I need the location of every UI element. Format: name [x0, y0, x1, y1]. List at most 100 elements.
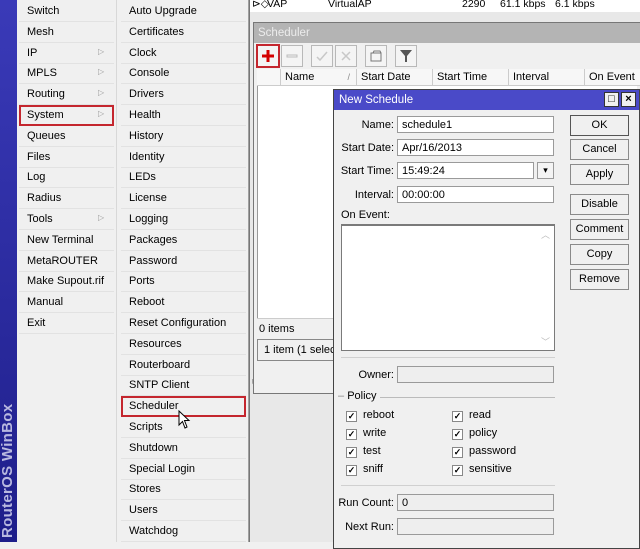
submenu-item-reset-configuration[interactable]: Reset Configuration: [121, 313, 246, 334]
column-header-interval[interactable]: Interval: [509, 69, 585, 86]
column-header-start-date[interactable]: Start Date: [357, 69, 433, 86]
submenu-item-history[interactable]: History: [121, 126, 246, 147]
name-field[interactable]: [397, 116, 554, 133]
run-count-field[interactable]: [397, 494, 554, 511]
submenu-item-password[interactable]: Password: [121, 251, 246, 272]
policy-checkbox-reboot[interactable]: ✓ reboot: [346, 408, 394, 422]
policy-checkbox-password[interactable]: ✓ password: [452, 444, 516, 458]
submenu-item-logging[interactable]: Logging: [121, 209, 246, 230]
remove-button[interactable]: [281, 45, 303, 67]
on-event-label: On Event:: [341, 209, 390, 221]
checkbox-label: read: [469, 409, 492, 421]
checkbox-check-icon[interactable]: ✓: [346, 411, 357, 422]
checkbox-check-icon[interactable]: ✓: [452, 411, 463, 422]
column-header-on-event[interactable]: On Event: [585, 69, 640, 86]
submenu-item-identity[interactable]: Identity: [121, 147, 246, 168]
column-header-start-time[interactable]: Start Time: [433, 69, 509, 86]
submenu-item-drivers[interactable]: Drivers: [121, 84, 246, 106]
enable-button[interactable]: [311, 45, 333, 67]
submenu-item-shutdown[interactable]: Shutdown: [121, 438, 246, 459]
policy-checkbox-test[interactable]: ✓ test: [346, 444, 381, 458]
add-button[interactable]: [256, 44, 280, 68]
disable-button[interactable]: [335, 45, 357, 67]
menu-item-queues[interactable]: Queues: [19, 126, 114, 147]
scroll-down-icon[interactable]: ﹀: [541, 335, 550, 348]
policy-checkbox-policy[interactable]: ✓ policy: [452, 426, 497, 440]
next-run-field[interactable]: [397, 518, 554, 535]
checkbox-label: password: [469, 445, 517, 457]
submenu-item-reboot[interactable]: Reboot: [121, 292, 246, 314]
checkbox-check-icon[interactable]: ✓: [452, 447, 463, 458]
checkbox-check-icon[interactable]: ✓: [346, 429, 357, 440]
submenu-item-license[interactable]: License: [121, 188, 246, 210]
menu-item-new-terminal[interactable]: New Terminal: [19, 230, 114, 251]
checkbox-check-icon[interactable]: ✓: [452, 429, 463, 440]
submenu-item-clock[interactable]: Clock: [121, 43, 246, 64]
submenu-item-watchdog[interactable]: Watchdog: [121, 521, 246, 542]
checkbox-check-icon[interactable]: ✓: [346, 465, 357, 476]
interface-rx: 6.1 kbps: [555, 0, 595, 10]
submenu-item-special-login[interactable]: Special Login: [121, 459, 246, 480]
owner-field[interactable]: [397, 366, 554, 383]
scroll-up-icon[interactable]: ︿: [541, 228, 550, 241]
submenu-item-stores[interactable]: Stores: [121, 479, 246, 501]
policy-checkbox-write[interactable]: ✓ write: [346, 426, 386, 440]
checkbox-check-icon[interactable]: ✓: [346, 447, 357, 458]
apply-button[interactable]: Apply: [570, 164, 629, 185]
start-time-field[interactable]: [397, 162, 534, 179]
dialog-titlebar[interactable]: New Schedule □ ×: [334, 90, 639, 110]
submenu-item-console[interactable]: Console: [121, 63, 246, 85]
menu-item-mesh[interactable]: Mesh: [19, 22, 114, 43]
checkbox-label: test: [363, 445, 381, 457]
submenu-item-ports[interactable]: Ports: [121, 271, 246, 293]
maximize-icon[interactable]: □: [604, 92, 619, 107]
submenu-item-certificates[interactable]: Certificates: [121, 22, 246, 43]
menu-item-tools[interactable]: Tools ▷: [19, 209, 114, 230]
menu-item-mpls[interactable]: MPLS ▷: [19, 63, 114, 85]
submenu-item-routerboard[interactable]: Routerboard: [121, 355, 246, 376]
plus-icon: [262, 50, 274, 62]
submenu-arrow-icon: ▷: [98, 213, 105, 222]
submenu-item-leds[interactable]: LEDs: [121, 167, 246, 189]
menu-item-system[interactable]: System ▷: [19, 105, 114, 126]
comment-button[interactable]: [365, 45, 387, 67]
submenu-item-auto-upgrade[interactable]: Auto Upgrade: [121, 1, 246, 22]
menu-item-radius[interactable]: Radius: [19, 188, 114, 210]
comment-icon: [370, 50, 382, 62]
policy-checkbox-sniff[interactable]: ✓ sniff: [346, 462, 383, 476]
menu-item-metarouter[interactable]: MetaROUTER: [19, 251, 114, 272]
start-date-field[interactable]: [397, 139, 554, 156]
column-header-flag[interactable]: [257, 69, 281, 86]
checkbox-check-icon[interactable]: ✓: [452, 465, 463, 476]
submenu-item-packages[interactable]: Packages: [121, 230, 246, 251]
copy-button[interactable]: Copy: [570, 244, 629, 265]
column-header-name[interactable]: Name /: [281, 69, 357, 86]
disable-button[interactable]: Disable: [570, 194, 629, 215]
policy-checkbox-read[interactable]: ✓ read: [452, 408, 491, 422]
interface-row[interactable]: ⊳◇ VAP VirtualAP 2290 61.1 kbps 6.1 kbps: [250, 0, 640, 12]
submenu-item-health[interactable]: Health: [121, 105, 246, 126]
menu-item-log[interactable]: Log: [19, 167, 114, 189]
menu-item-make-supout-rif[interactable]: Make Supout.rif: [19, 271, 114, 293]
remove-button[interactable]: Remove: [570, 269, 629, 290]
comment-button[interactable]: Comment: [570, 219, 629, 240]
interval-field[interactable]: [397, 186, 554, 203]
menu-item-files[interactable]: Files: [19, 147, 114, 168]
submenu-item-resources[interactable]: Resources: [121, 334, 246, 355]
close-icon[interactable]: ×: [621, 92, 636, 107]
menu-item-ip[interactable]: IP ▷: [19, 43, 114, 64]
start-time-dropdown-icon[interactable]: ▾: [537, 162, 554, 179]
menu-item-label: Routing: [27, 88, 65, 101]
menu-item-label: Manual: [27, 296, 64, 309]
submenu-item-sntp-client[interactable]: SNTP Client: [121, 375, 246, 397]
menu-item-routing[interactable]: Routing ▷: [19, 84, 114, 106]
on-event-textarea[interactable]: ︿ ﹀: [341, 224, 555, 351]
submenu-item-users[interactable]: Users: [121, 500, 246, 522]
menu-item-exit[interactable]: Exit: [19, 313, 114, 334]
menu-item-manual[interactable]: Manual: [19, 292, 114, 314]
menu-item-switch[interactable]: Switch: [19, 1, 114, 22]
cancel-button[interactable]: Cancel: [570, 139, 629, 160]
filter-button[interactable]: [395, 45, 417, 67]
ok-button[interactable]: OK: [570, 115, 629, 136]
policy-checkbox-sensitive[interactable]: ✓ sensitive: [452, 462, 512, 476]
